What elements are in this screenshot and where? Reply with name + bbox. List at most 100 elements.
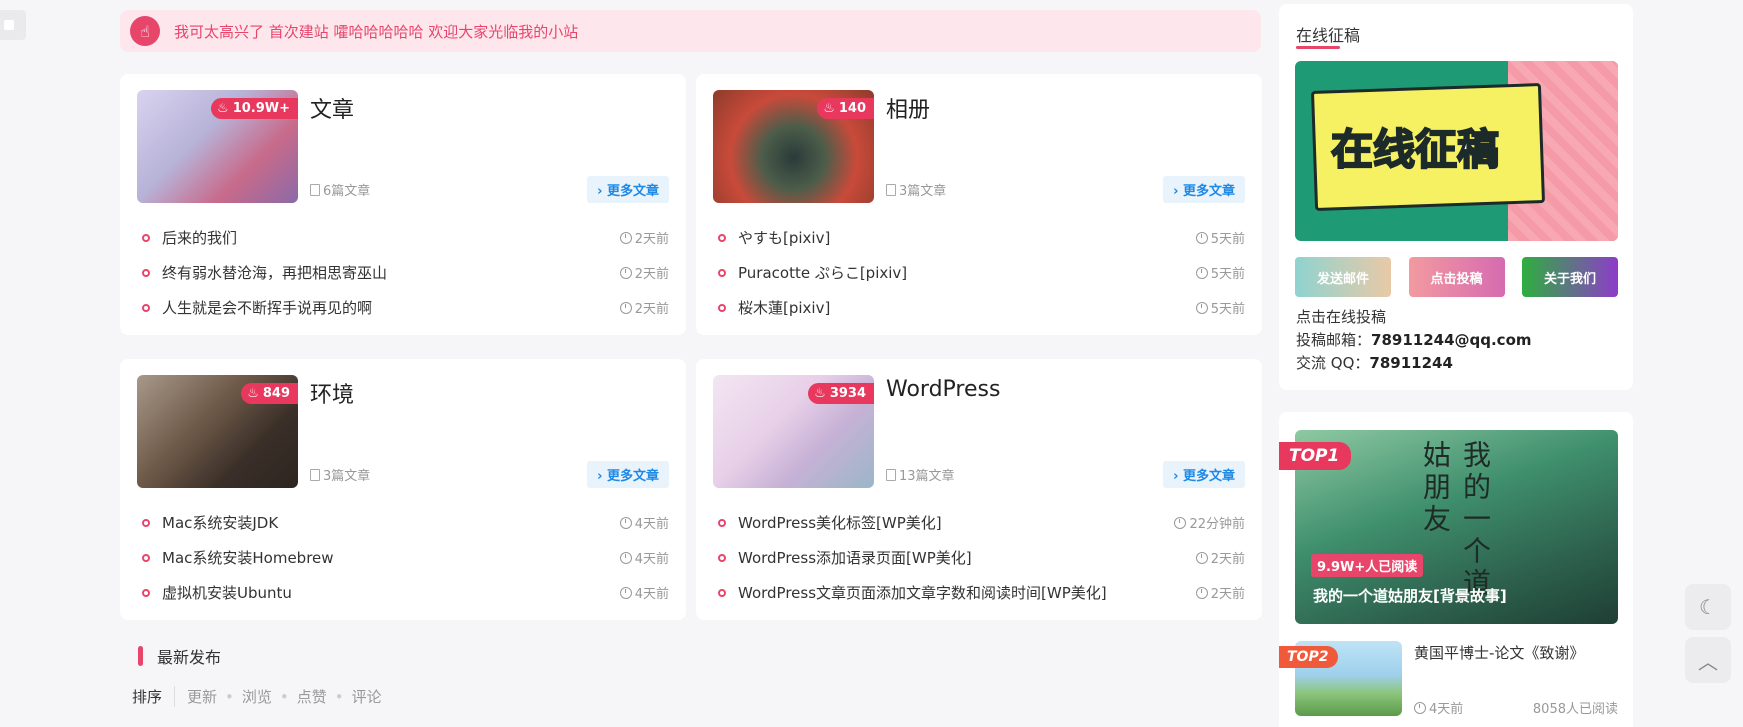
read-count-badge: 9.9W+人已阅读 (1311, 554, 1424, 577)
list-item[interactable]: 虚拟机安装Ubuntu 4天前 (142, 575, 669, 610)
sort-option-comments[interactable]: 评论 (352, 686, 382, 707)
arrow-up-icon[interactable]: ︿ (1685, 637, 1731, 683)
clock-icon (1195, 586, 1208, 599)
list-item[interactable]: 终有弱水替沧海，再把相思寄巫山 2天前 (142, 255, 669, 290)
category-title[interactable]: 环境 (310, 377, 354, 409)
clock-icon (1174, 516, 1187, 529)
top1-title[interactable]: 我的一个道姑朋友[背景故事] (1313, 585, 1507, 606)
list-item[interactable]: WordPress美化标签[WP美化] 22分钟前 (718, 505, 1245, 540)
hot-badge: ♨ 849 (241, 383, 298, 404)
bullet-icon (718, 268, 726, 277)
bullet-icon (718, 303, 726, 312)
list-item[interactable]: WordPress添加语录页面[WP美化] 2天前 (718, 540, 1245, 575)
email-value[interactable]: 78911244@qq.com (1371, 331, 1532, 349)
clock-icon (619, 516, 632, 529)
notice-bar: ☝ 我可太高兴了 首次建站 嚯哈哈哈哈哈 欢迎大家光临我的小站 (120, 10, 1261, 52)
fire-icon: ♨ (217, 101, 229, 116)
category-thumbnail[interactable]: ♨ 3934 (713, 375, 874, 488)
submission-banner[interactable]: 在线征稿 (1295, 61, 1618, 241)
send-email-button[interactable]: 发送邮件 (1295, 257, 1391, 297)
category-card: ♨ 3934 WordPress 13篇文章 › 更多文章 WordPress美化… (696, 359, 1262, 620)
clock-icon (619, 266, 632, 279)
post-count: 13篇文章 (886, 465, 955, 484)
sort-bar: 排序 更新 • 浏览 • 点赞 • 评论 (132, 686, 382, 707)
rank-badge: TOP1 (1279, 442, 1352, 470)
clock-icon (1195, 551, 1208, 564)
document-icon (886, 468, 896, 481)
document-icon (886, 183, 896, 196)
category-title[interactable]: 文章 (310, 92, 354, 124)
submission-widget: 在线征稿 在线征稿 发送邮件 点击投稿 关于我们 点击在线投稿 投稿邮箱：789… (1279, 4, 1633, 390)
category-thumbnail[interactable]: ♨ 140 (713, 90, 874, 203)
hot-badge: ♨ 140 (817, 98, 874, 119)
clock-icon (1195, 231, 1208, 244)
notice-text: 我可太高兴了 首次建站 嚯哈哈哈哈哈 欢迎大家光临我的小站 (174, 22, 579, 41)
clock-icon (1414, 701, 1426, 714)
banner-text: 在线征稿 (1330, 124, 1500, 175)
top2-title[interactable]: 黄国平博士-论文《致谢》 (1414, 642, 1584, 663)
more-posts-button[interactable]: › 更多文章 (1163, 176, 1245, 203)
hot-badge: ♨ 3934 (808, 383, 874, 404)
category-title[interactable]: WordPress (886, 377, 1000, 402)
list-item[interactable]: Mac系统安装Homebrew 4天前 (142, 540, 669, 575)
more-posts-button[interactable]: › 更多文章 (1163, 461, 1245, 488)
bullet-icon (142, 233, 150, 242)
document-icon (310, 468, 320, 481)
list-item[interactable]: 人生就是会不断挥手说再见的啊 2天前 (142, 290, 669, 325)
bullet-icon (142, 303, 150, 312)
category-card: ♨ 140 相册 3篇文章 › 更多文章 やすも[pixiv] 5天前 Puraco… (696, 74, 1262, 335)
bullet-icon (718, 233, 726, 242)
category-thumbnail[interactable]: ♨ 849 (137, 375, 298, 488)
hot-badge: ♨ 10.9W+ (211, 98, 298, 119)
document-icon (310, 183, 320, 196)
top2-read-count: 8058人已阅读 (1532, 702, 1618, 717)
fire-icon: ♨ (247, 386, 259, 401)
left-edge-tab[interactable] (0, 10, 26, 40)
moon-icon[interactable]: ☾ (1685, 584, 1731, 630)
list-item[interactable]: Puracotte ぷらこ[pixiv] 5天前 (718, 255, 1245, 290)
clock-icon (619, 301, 632, 314)
bullet-icon (718, 518, 726, 527)
hand-pointing-icon: ☝ (130, 16, 160, 46)
post-list: Mac系统安装JDK 4天前 Mac系统安装Homebrew 4天前 虚拟机安装Ub… (142, 505, 669, 610)
post-count: 3篇文章 (310, 465, 370, 484)
post-list: 后来的我们 2天前 终有弱水替沧海，再把相思寄巫山 2天前 人生就是会不断挥手说再见… (142, 220, 669, 325)
submit-button[interactable]: 点击投稿 (1408, 257, 1505, 297)
widget-title: 在线征稿 (1296, 22, 1360, 49)
submission-buttons: 发送邮件 点击投稿 关于我们 (1295, 257, 1618, 297)
top2-time: 4天前 (1414, 698, 1463, 717)
more-posts-button[interactable]: › 更多文章 (587, 461, 669, 488)
sort-option-views[interactable]: 浏览 (242, 686, 272, 707)
clock-icon (619, 231, 632, 244)
rank-badge: TOP2 (1279, 646, 1339, 668)
post-count: 6篇文章 (310, 180, 370, 199)
sort-option-likes[interactable]: 点赞 (297, 686, 327, 707)
bullet-icon (142, 588, 150, 597)
category-title[interactable]: 相册 (886, 92, 930, 124)
category-thumbnail[interactable]: ♨ 10.9W+ (137, 90, 298, 203)
post-list: やすも[pixiv] 5天前 Puracotte ぷらこ[pixiv] 5天前 桜木… (718, 220, 1245, 325)
clock-icon (619, 586, 632, 599)
list-item[interactable]: 后来的我们 2天前 (142, 220, 669, 255)
fire-icon: ♨ (823, 101, 835, 116)
category-card: ♨ 849 环境 3篇文章 › 更多文章 Mac系统安装JDK 4天前 Mac系统安… (120, 359, 686, 620)
top-posts-widget: 我的一个道姑朋友 9.9W+人已阅读 我的一个道姑朋友[背景故事] TOP1 T… (1279, 412, 1633, 727)
fire-icon: ♨ (814, 386, 826, 401)
about-us-button[interactable]: 关于我们 (1522, 257, 1618, 297)
post-count: 3篇文章 (886, 180, 946, 199)
submission-info: 点击在线投稿 投稿邮箱：78911244@qq.com 交流 QQ：789112… (1296, 308, 1532, 372)
sort-label: 排序 (132, 686, 176, 707)
qq-value[interactable]: 78911244 (1369, 354, 1453, 372)
more-posts-button[interactable]: › 更多文章 (587, 176, 669, 203)
sort-option-update[interactable]: 更新 (187, 686, 217, 707)
post-list: WordPress美化标签[WP美化] 22分钟前 WordPress添加语录页面… (718, 505, 1245, 610)
list-item[interactable]: やすも[pixiv] 5天前 (718, 220, 1245, 255)
list-item[interactable]: 桜木蓮[pixiv] 5天前 (718, 290, 1245, 325)
bullet-icon (142, 268, 150, 277)
category-card: ♨ 10.9W+ 文章 6篇文章 › 更多文章 后来的我们 2天前 终有弱水替沧海，… (120, 74, 686, 335)
heading-accent (138, 646, 143, 666)
clock-icon (619, 551, 632, 564)
list-item[interactable]: Mac系统安装JDK 4天前 (142, 505, 669, 540)
list-item[interactable]: WordPress文章页面添加文章字数和阅读时间[WP美化] 2天前 (718, 575, 1245, 610)
bullet-icon (718, 553, 726, 562)
